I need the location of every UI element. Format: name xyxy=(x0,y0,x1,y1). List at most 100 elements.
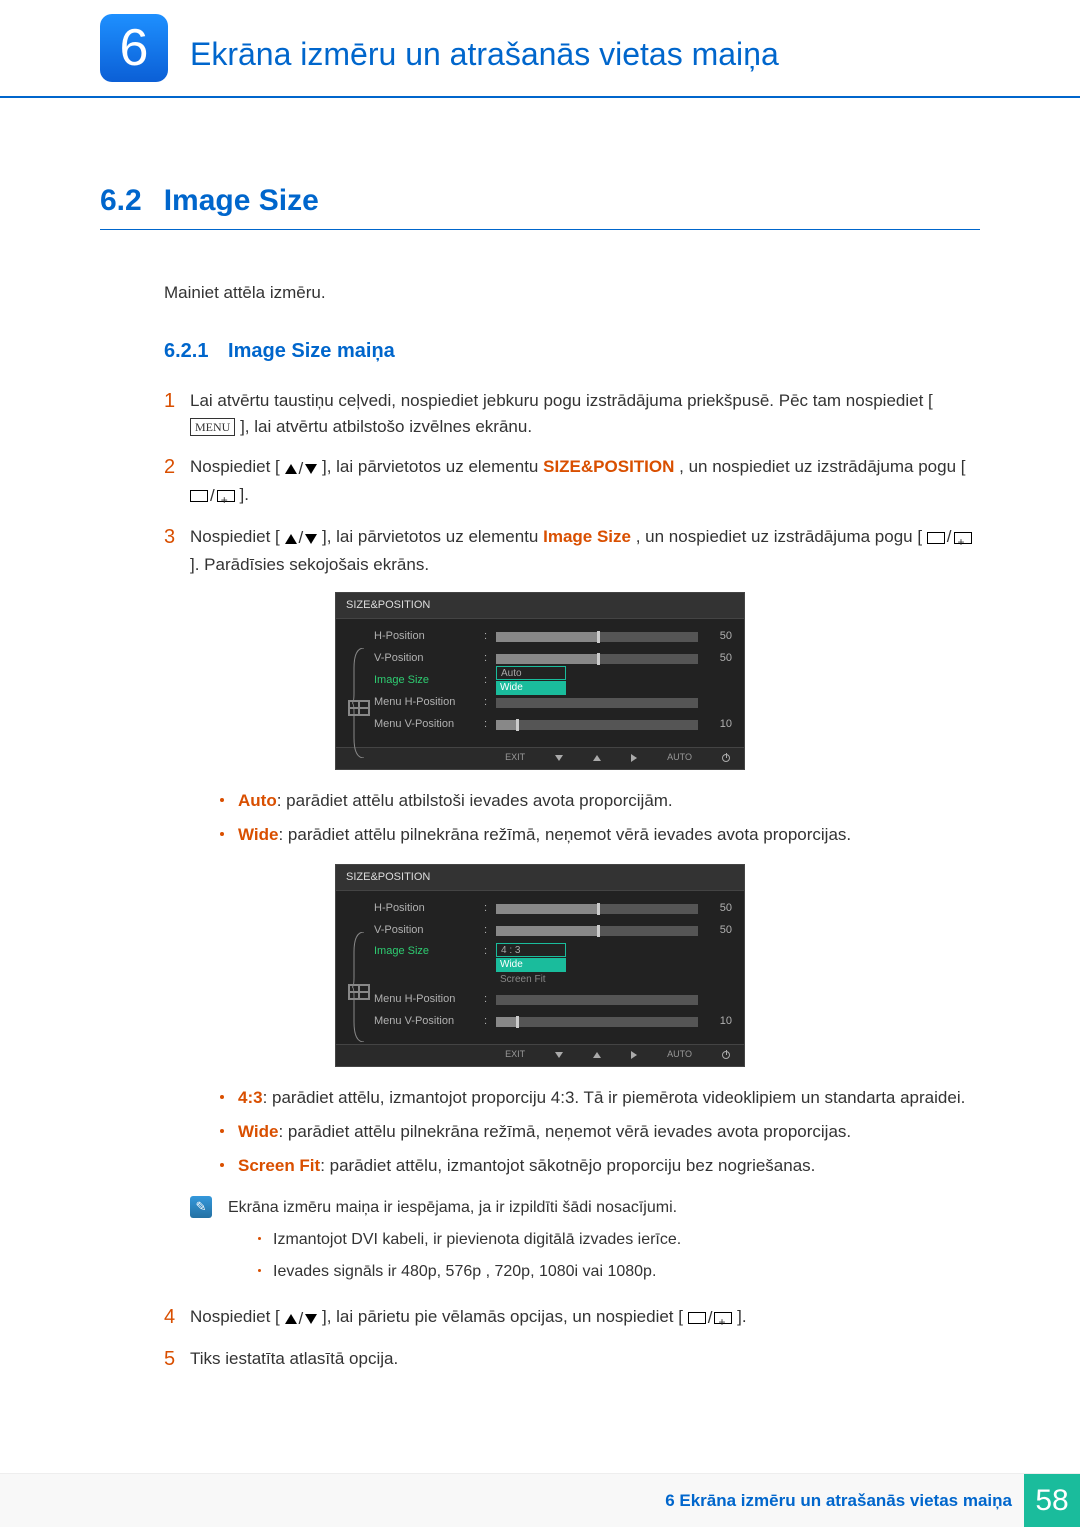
osd-row-h-position: H-Position: 50 xyxy=(374,899,732,919)
bullet-wide: Wide: parādiet attēlu pilnekrāna režīmā,… xyxy=(220,822,980,848)
bullet-dot-icon xyxy=(258,1269,261,1272)
osd-auto-label: AUTO xyxy=(667,751,692,765)
bullet-dot-icon xyxy=(220,832,224,836)
note-intro: Ekrāna izmēru maiņa ir iespējama, ja ir … xyxy=(228,1196,980,1220)
osd-exit-label: EXIT xyxy=(505,1048,525,1062)
option-label: Screen Fit xyxy=(238,1156,320,1175)
step-5: 5 Tiks iestatīta atlasītā opcija. xyxy=(164,1346,980,1372)
osd-row-menu-h-position: Menu H-Position: xyxy=(374,990,732,1010)
note-icon xyxy=(190,1196,212,1218)
grid-icon xyxy=(348,984,370,1000)
osd-row-v-position: V-Position: 50 xyxy=(374,921,732,941)
osd-slider xyxy=(496,926,698,936)
note-text: Ievades signāls ir 480p, 576p , 720p, 10… xyxy=(273,1260,656,1284)
osd-slider xyxy=(496,720,698,730)
up-down-arrows-icon: / xyxy=(285,525,318,551)
osd-value: 10 xyxy=(698,716,732,733)
grid-icon xyxy=(348,700,370,716)
osd-label: H-Position xyxy=(374,628,484,645)
enter-buttons-icon: / xyxy=(190,483,235,509)
note-sub-2: Ievades signāls ir 480p, 576p , 720p, 10… xyxy=(258,1260,980,1284)
step-number: 2 xyxy=(164,454,190,509)
step-text: , un nospiediet uz izstrādājuma pogu [ xyxy=(636,527,922,546)
section-intro: Mainiet attēla izmēru. xyxy=(164,280,980,306)
footer-chapter-text: 6 Ekrāna izmēru un atrašanās vietas maiņ… xyxy=(665,1488,1024,1514)
osd-power-icon xyxy=(722,1051,730,1059)
step-text: Nospiediet [ xyxy=(190,527,280,546)
menu-target-label: SIZE&POSITION xyxy=(543,457,674,476)
osd-option: Screen Fit xyxy=(496,973,566,987)
bullet-wide: Wide: parādiet attēlu pilnekrāna režīmā,… xyxy=(220,1119,980,1145)
osd-label: Menu V-Position xyxy=(374,1013,484,1030)
step-text: ], lai pārvietotos uz elementu xyxy=(322,527,543,546)
step-number: 1 xyxy=(164,388,190,441)
osd-option-highlighted: Wide xyxy=(496,681,566,695)
option-text: : parādiet attēlu pilnekrāna režīmā, neņ… xyxy=(278,1122,851,1141)
subsection-number: 6.2.1 xyxy=(164,340,208,362)
up-down-arrows-icon: / xyxy=(285,1306,318,1332)
osd-label-selected: Image Size xyxy=(374,943,484,960)
note-text: Izmantojot DVI kabeli, ir pievienota dig… xyxy=(273,1228,681,1252)
osd-slider xyxy=(496,904,698,914)
osd-options: 4 : 3 Wide Screen Fit xyxy=(496,943,566,988)
enter-buttons-icon: / xyxy=(688,1305,733,1331)
osd-label: Menu V-Position xyxy=(374,716,484,733)
osd-down-icon xyxy=(555,1052,563,1058)
enter-buttons-icon: / xyxy=(927,524,972,550)
osd-down-icon xyxy=(555,755,563,761)
osd-title: SIZE&POSITION xyxy=(336,865,744,891)
footer-page-number: 58 xyxy=(1024,1474,1080,1527)
page-content: 6.2 Image Size Mainiet attēla izmēru. 6.… xyxy=(0,98,1080,1372)
option-label: Auto xyxy=(238,791,277,810)
osd-option: 4 : 3 xyxy=(496,943,566,957)
step-text: Tiks iestatīta atlasītā opcija. xyxy=(190,1346,980,1372)
up-down-arrows-icon: / xyxy=(285,456,318,482)
step-text: ], lai atvērtu atbilstošo izvēlnes ekrān… xyxy=(240,417,532,436)
bullet-list-1: Auto: parādiet attēlu atbilstoši ievades… xyxy=(220,788,980,849)
osd-auto-label: AUTO xyxy=(667,1048,692,1062)
osd-value: 50 xyxy=(698,922,732,939)
section-title: Image Size xyxy=(164,178,319,223)
bullet-dot-icon xyxy=(220,798,224,802)
numbered-steps-continued: 4 Nospiediet [ / ], lai pārietu pie vēla… xyxy=(164,1304,980,1373)
menu-target-label: Image Size xyxy=(543,527,631,546)
osd-label-selected: Image Size xyxy=(374,672,484,689)
bullet-4-3: 4:3: parādiet attēlu, izmantojot proporc… xyxy=(220,1085,980,1111)
osd-exit-label: EXIT xyxy=(505,751,525,765)
osd-up-icon xyxy=(593,755,601,761)
osd-value: 50 xyxy=(698,650,732,667)
osd-label: V-Position xyxy=(374,650,484,667)
step-text: ], lai pārvietotos uz elementu xyxy=(322,457,543,476)
note-block: Ekrāna izmēru maiņa ir iespējama, ja ir … xyxy=(190,1196,980,1284)
section-heading: 6.2 Image Size xyxy=(100,178,980,230)
step-text: , un nospiediet uz izstrādājuma pogu [ xyxy=(679,457,965,476)
osd-power-icon xyxy=(722,754,730,762)
bullet-auto: Auto: parādiet attēlu atbilstoši ievades… xyxy=(220,788,980,814)
step-4: 4 Nospiediet [ / ], lai pārietu pie vēla… xyxy=(164,1304,980,1332)
step-text: ], lai pārietu pie vēlamās opcijas, un n… xyxy=(322,1307,683,1326)
option-text: : parādiet attēlu pilnekrāna režīmā, neņ… xyxy=(278,825,851,844)
step-2: 2 Nospiediet [ / ], lai pārvietotos uz e… xyxy=(164,454,980,509)
osd-option-highlighted: Wide xyxy=(496,958,566,972)
bullet-dot-icon xyxy=(220,1129,224,1133)
step-number: 4 xyxy=(164,1304,190,1332)
osd-right-icon xyxy=(631,754,637,762)
osd-right-icon xyxy=(631,1051,637,1059)
step-number: 3 xyxy=(164,524,190,579)
step-text: Nospiediet [ xyxy=(190,457,280,476)
note-sub-1: Izmantojot DVI kabeli, ir pievienota dig… xyxy=(258,1228,980,1252)
option-text: : parādiet attēlu atbilstoši ievades avo… xyxy=(277,791,673,810)
osd-up-icon xyxy=(593,1052,601,1058)
osd-slider xyxy=(496,632,698,642)
page-footer: 6 Ekrāna izmēru un atrašanās vietas maiņ… xyxy=(0,1473,1080,1527)
osd-row-menu-v-position: Menu V-Position: 10 xyxy=(374,715,732,735)
option-text: : parādiet attēlu, izmantojot sākotnējo … xyxy=(320,1156,815,1175)
osd-value: 50 xyxy=(698,900,732,917)
step-1: 1 Lai atvērtu taustiņu ceļvedi, nospiedi… xyxy=(164,388,980,441)
step-number: 5 xyxy=(164,1346,190,1372)
osd-label: V-Position xyxy=(374,922,484,939)
osd-option: Auto xyxy=(496,666,566,680)
page-header: 6 Ekrāna izmēru un atrašanās vietas maiņ… xyxy=(0,0,1080,98)
osd-row-menu-h-position: Menu H-Position: xyxy=(374,693,732,713)
osd-value: 50 xyxy=(698,628,732,645)
